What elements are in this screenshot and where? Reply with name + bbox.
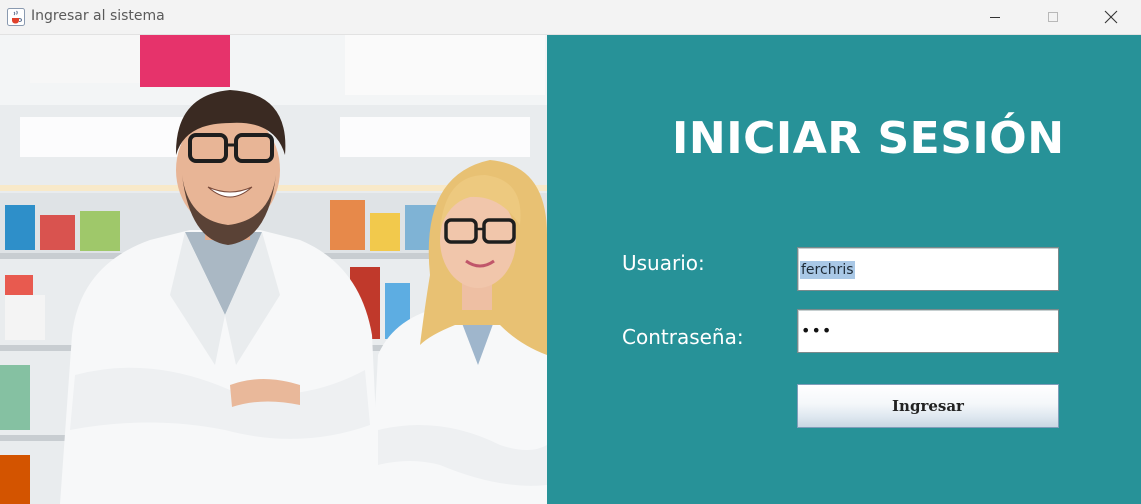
password-label: Contraseña: (622, 325, 744, 349)
minimize-icon (990, 17, 1000, 18)
close-button[interactable] (1082, 0, 1140, 34)
close-icon (1104, 10, 1118, 24)
maximize-button[interactable] (1024, 0, 1082, 34)
password-mask: ••• (801, 321, 833, 340)
login-button[interactable]: Ingresar (797, 384, 1059, 428)
username-value: ferchris (800, 261, 855, 279)
login-panel: INICIAR SESIÓN Usuario: ferchris Contras… (547, 35, 1141, 504)
java-cup-icon (7, 8, 25, 26)
window-title: Ingresar al sistema (31, 8, 165, 24)
page-title: INICIAR SESIÓN (672, 113, 1065, 164)
password-field[interactable]: ••• (797, 309, 1059, 353)
user-label: Usuario: (622, 251, 705, 275)
pharmacists-photo (0, 35, 547, 504)
maximize-icon (1048, 12, 1058, 22)
minimize-button[interactable] (966, 0, 1024, 34)
username-field[interactable]: ferchris (797, 247, 1059, 291)
title-bar: Ingresar al sistema (0, 0, 1141, 35)
